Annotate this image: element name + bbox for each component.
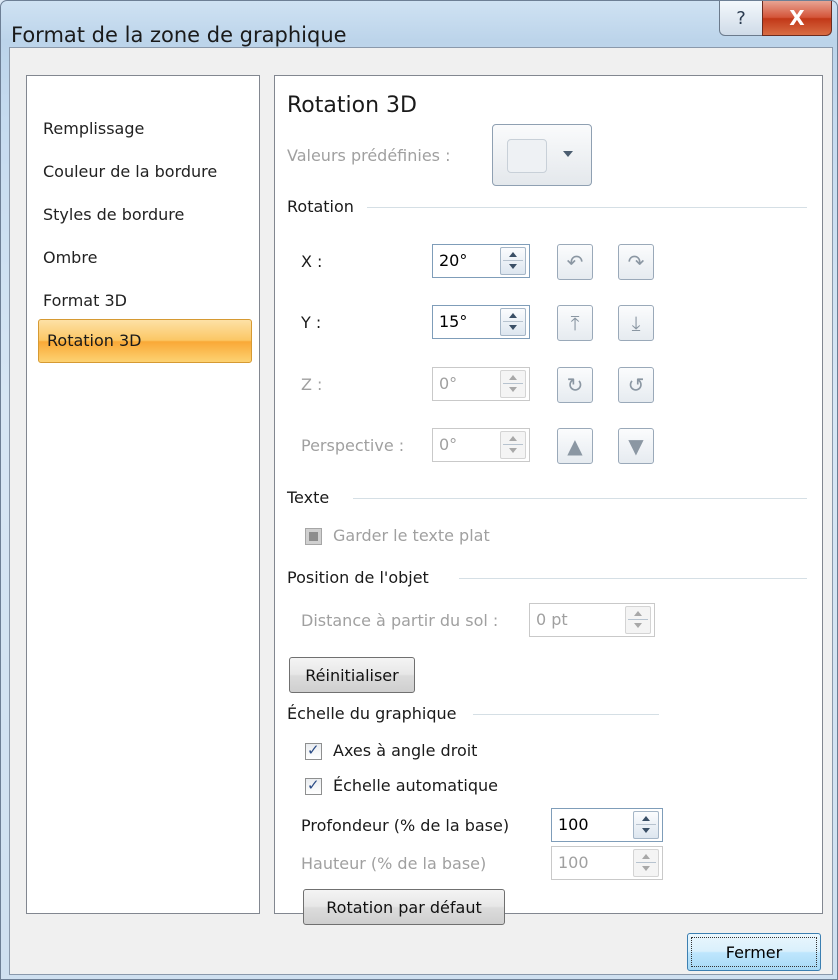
preset-swatch xyxy=(507,139,547,173)
right-angle-axes-label: Axes à angle droit xyxy=(333,741,478,760)
presets-label: Valeurs prédéfinies : xyxy=(287,146,451,165)
z-rotation-value: 0° xyxy=(439,374,458,393)
section-divider xyxy=(353,498,807,499)
depth-spin-arrows[interactable] xyxy=(633,811,659,839)
rotate-clockwise-icon[interactable]: ↻ xyxy=(557,367,593,403)
dialog-client: Remplissage Couleur de la bordure Styles… xyxy=(9,47,833,975)
rotation-section-title: Rotation xyxy=(287,197,354,216)
fermer-button[interactable]: Fermer xyxy=(687,933,821,971)
section-divider xyxy=(367,207,807,208)
scale-section-title: Échelle du graphique xyxy=(287,704,457,723)
height-spin-arrows[interactable] xyxy=(633,849,659,877)
keep-text-flat-label: Garder le texte plat xyxy=(333,526,490,545)
y-spin-arrows[interactable] xyxy=(500,308,526,336)
x-spin-arrows[interactable] xyxy=(500,247,526,275)
window-title: Format de la zone de graphique xyxy=(11,23,347,47)
x-rotation-spinner[interactable]: 20° xyxy=(432,244,530,278)
close-window-button[interactable]: X xyxy=(762,1,832,36)
perspective-value: 0° xyxy=(439,435,458,454)
autoscale-checkbox[interactable] xyxy=(305,776,322,795)
z-label: Z : xyxy=(301,375,323,394)
panel-heading: Rotation 3D xyxy=(287,93,417,118)
narrow-perspective-icon[interactable]: ▲ xyxy=(557,428,593,464)
rotate-down-icon[interactable]: ⤓ xyxy=(618,305,654,341)
rotate-up-icon[interactable]: ⤒ xyxy=(557,305,593,341)
rotate-counterclockwise-icon[interactable]: ↺ xyxy=(618,367,654,403)
section-divider xyxy=(459,578,807,579)
help-icon: ? xyxy=(736,7,746,29)
distance-label: Distance à partir du sol : xyxy=(301,611,499,630)
rotate-left-icon[interactable]: ↶ xyxy=(557,244,593,280)
nav-item-remplissage[interactable]: Remplissage xyxy=(43,119,144,138)
fermer-label: Fermer xyxy=(725,942,783,962)
nav-item-format-3d[interactable]: Format 3D xyxy=(43,291,127,310)
category-list: Remplissage Couleur de la bordure Styles… xyxy=(26,75,260,914)
right-angle-axes-checkbox[interactable] xyxy=(305,741,322,760)
nav-item-rotation-3d[interactable]: Rotation 3D xyxy=(38,319,252,363)
y-rotation-spinner[interactable]: 15° xyxy=(432,305,530,339)
section-divider xyxy=(473,714,659,715)
close-icon: X xyxy=(789,6,805,30)
perspective-spinner[interactable]: 0° xyxy=(432,428,530,462)
nav-item-styles-bordure[interactable]: Styles de bordure xyxy=(43,205,184,224)
text-section-title: Texte xyxy=(287,488,330,507)
nav-item-ombre[interactable]: Ombre xyxy=(43,248,97,267)
height-label: Hauteur (% de la base) xyxy=(301,854,487,873)
perspective-label: Perspective : xyxy=(301,436,405,455)
object-position-section-title: Position de l'objet xyxy=(287,568,429,587)
widen-perspective-icon[interactable]: ▼ xyxy=(618,428,654,464)
perspective-spin-arrows[interactable] xyxy=(500,431,526,459)
autoscale-label: Échelle automatique xyxy=(333,776,498,795)
height-spinner[interactable]: 100 xyxy=(551,846,663,880)
presets-dropdown[interactable] xyxy=(492,124,592,186)
settings-panel: Rotation 3D Valeurs prédéfinies : Rotati… xyxy=(274,75,823,925)
distance-value: 0 pt xyxy=(536,610,568,629)
depth-spinner[interactable]: 100 xyxy=(551,808,663,842)
depth-label: Profondeur (% de la base) xyxy=(301,816,510,835)
nav-item-rotation-3d-label: Rotation 3D xyxy=(47,331,142,350)
z-spin-arrows[interactable] xyxy=(500,370,526,398)
default-rotation-button[interactable]: Rotation par défaut xyxy=(303,889,505,925)
distance-spinner[interactable]: 0 pt xyxy=(529,603,655,637)
rotate-right-icon[interactable]: ↷ xyxy=(618,244,654,280)
keep-text-flat-checkbox[interactable] xyxy=(305,528,322,545)
chevron-down-icon xyxy=(563,151,573,157)
z-rotation-spinner[interactable]: 0° xyxy=(432,367,530,401)
y-label: Y : xyxy=(301,313,322,332)
dialog-window: Format de la zone de graphique ? X Rempl… xyxy=(0,0,838,980)
depth-value: 100 xyxy=(558,815,589,834)
height-value: 100 xyxy=(558,853,589,872)
y-rotation-value: 15° xyxy=(439,312,468,331)
x-rotation-value: 20° xyxy=(439,251,468,270)
nav-item-couleur-bordure[interactable]: Couleur de la bordure xyxy=(43,162,217,181)
x-label: X : xyxy=(301,252,323,271)
reset-button[interactable]: Réinitialiser xyxy=(289,657,415,693)
help-button[interactable]: ? xyxy=(719,1,763,36)
distance-spin-arrows[interactable] xyxy=(625,606,651,634)
